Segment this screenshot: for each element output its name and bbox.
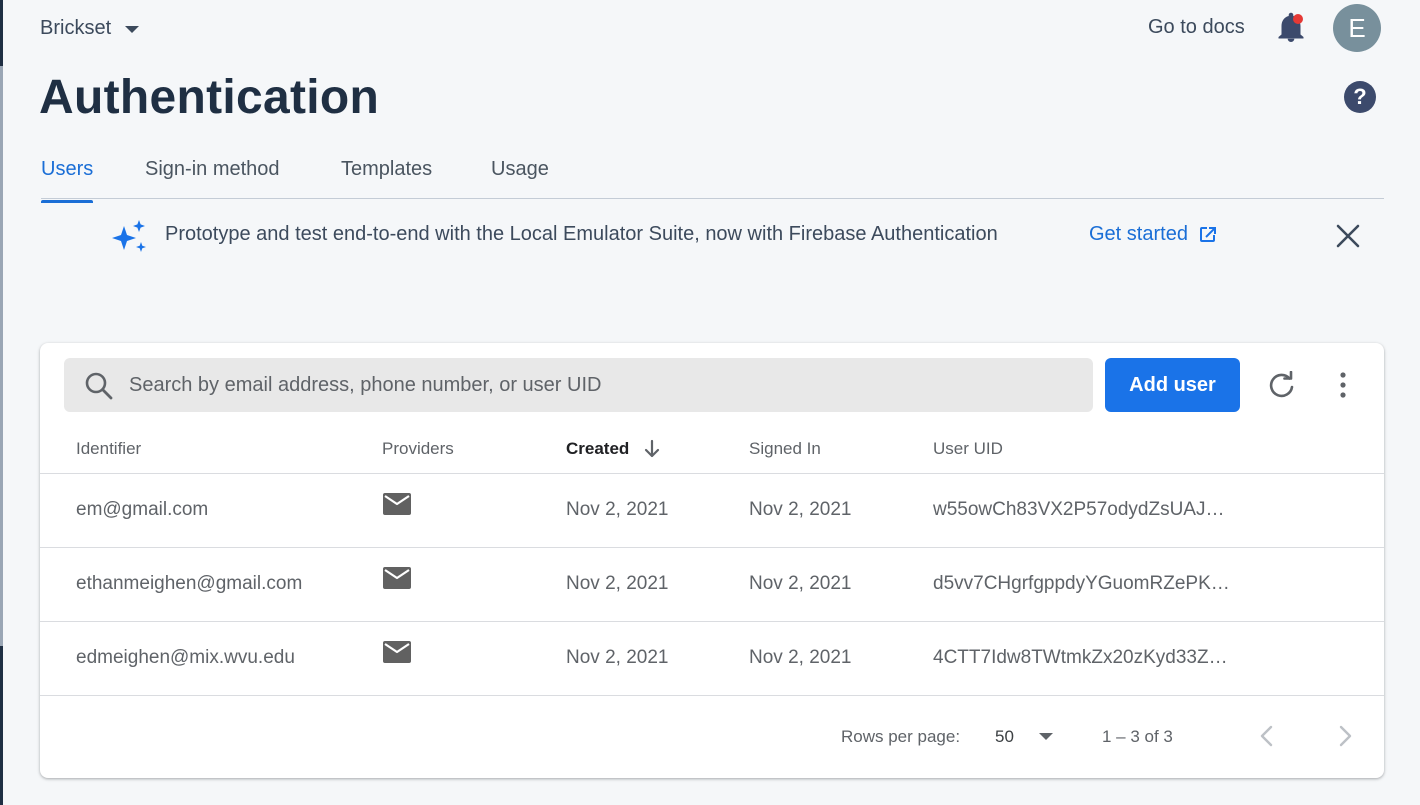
column-header-signed-in[interactable]: Signed In — [749, 439, 821, 459]
tab-sign-in-method[interactable]: Sign-in method — [145, 158, 280, 195]
rows-per-page-label: Rows per page: — [841, 727, 961, 746]
avatar[interactable]: E — [1333, 4, 1381, 52]
sparkle-icon — [112, 220, 146, 252]
column-header-identifier[interactable]: Identifier — [76, 439, 141, 459]
top-bar: Brickset Go to docs E — [40, 0, 1382, 58]
get-started-label: Get started — [1089, 223, 1188, 245]
caret-down-icon — [125, 26, 140, 33]
email-icon — [383, 641, 411, 663]
help-icon[interactable]: ? — [1344, 81, 1376, 113]
table-row[interactable]: em@gmail.com Nov 2, 2021 Nov 2, 2021 w55… — [40, 474, 1384, 548]
page-title: Authentication — [39, 71, 380, 124]
arrow-down-icon — [645, 439, 660, 458]
cell-signed-in: Nov 2, 2021 — [749, 647, 852, 668]
cell-signed-in: Nov 2, 2021 — [749, 499, 852, 520]
pagination-range: 1 – 3 of 3 — [1102, 727, 1173, 746]
column-header-created[interactable]: Created — [566, 439, 661, 459]
cell-identifier: ethanmeighen@gmail.com — [76, 573, 303, 594]
dropdown-arrow-icon — [1038, 733, 1053, 740]
table-row[interactable]: edmeighen@mix.wvu.edu Nov 2, 2021 Nov 2,… — [40, 622, 1384, 696]
chevron-left-icon[interactable] — [1254, 723, 1280, 749]
notification-bell-icon[interactable] — [1276, 12, 1306, 44]
users-card: Add user Identifier Providers Created Si… — [40, 343, 1384, 778]
cell-identifier: edmeighen@mix.wvu.edu — [76, 647, 295, 668]
table-row[interactable]: ethanmeighen@gmail.com Nov 2, 2021 Nov 2… — [40, 548, 1384, 622]
left-edge-segment — [0, 66, 3, 646]
project-selector[interactable]: Brickset — [40, 17, 140, 40]
cell-signed-in: Nov 2, 2021 — [749, 573, 852, 594]
go-to-docs-link[interactable]: Go to docs — [1148, 16, 1245, 39]
search-icon — [85, 372, 113, 400]
rows-per-page-value: 50 — [995, 727, 1014, 746]
open-in-new-icon — [1199, 226, 1216, 242]
cell-created: Nov 2, 2021 — [566, 573, 669, 594]
search-box — [64, 358, 1093, 412]
project-name: Brickset — [40, 17, 112, 39]
cell-user-uid: d5vv7CHgrfgppdyYGuomRZePK… — [933, 573, 1230, 594]
rows-per-page-select[interactable]: 50 — [995, 725, 1060, 749]
tab-bar: Users Sign-in method Templates Usage — [41, 150, 1384, 203]
email-icon — [383, 493, 411, 515]
tab-templates[interactable]: Templates — [341, 158, 432, 195]
search-input[interactable] — [129, 358, 1079, 412]
cell-user-uid: w55owCh83VX2P57odydZsUAJ… — [933, 499, 1225, 520]
left-edge-strip — [0, 0, 3, 805]
more-vert-icon[interactable] — [1328, 371, 1358, 401]
refresh-icon[interactable] — [1267, 371, 1297, 401]
email-icon — [383, 567, 411, 589]
add-user-button[interactable]: Add user — [1105, 358, 1240, 412]
column-header-user-uid[interactable]: User UID — [933, 439, 1003, 459]
tab-users[interactable]: Users — [41, 158, 94, 203]
column-header-created-label: Created — [566, 439, 630, 458]
cell-user-uid: 4CTT7Idw8TWtmkZx20zKyd33Z… — [933, 647, 1228, 668]
banner-text: Prototype and test end-to-end with the L… — [165, 223, 998, 245]
cell-identifier: em@gmail.com — [76, 499, 209, 520]
notification-dot — [1293, 14, 1303, 24]
column-header-providers[interactable]: Providers — [382, 439, 454, 459]
get-started-link[interactable]: Get started — [1089, 223, 1218, 246]
tab-usage[interactable]: Usage — [491, 158, 549, 195]
cell-created: Nov 2, 2021 — [566, 647, 669, 668]
emulator-banner: Prototype and test end-to-end with the L… — [110, 216, 1360, 256]
close-icon[interactable] — [1334, 222, 1362, 250]
chevron-right-icon[interactable] — [1332, 723, 1358, 749]
cell-created: Nov 2, 2021 — [566, 499, 669, 520]
